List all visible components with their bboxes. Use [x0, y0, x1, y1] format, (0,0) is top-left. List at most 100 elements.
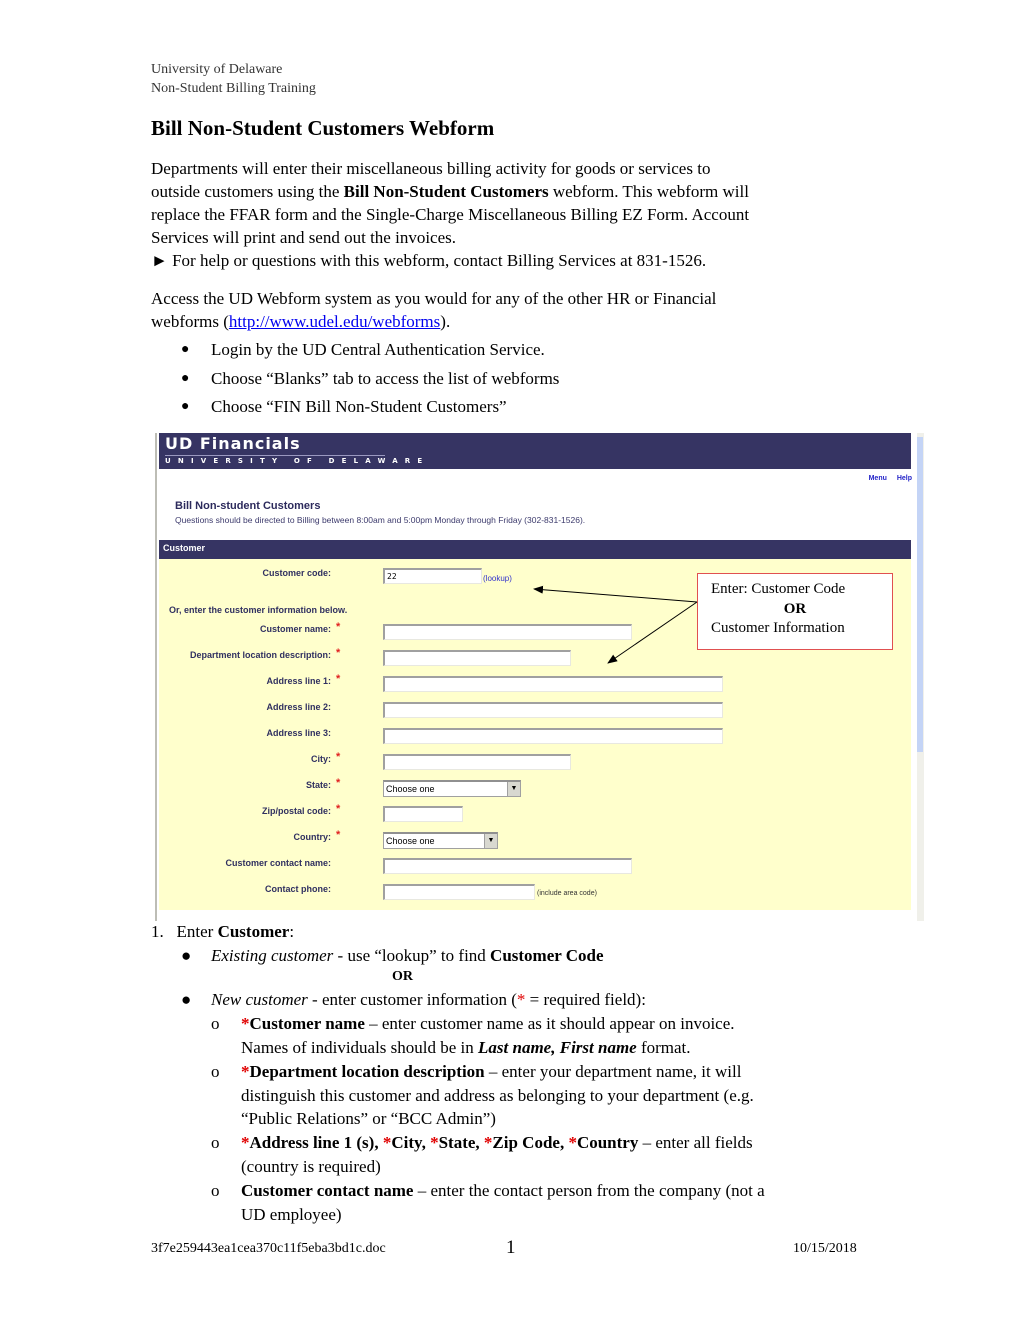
sub-item-dept-location: *Department location description – enter…: [241, 1062, 741, 1082]
item-bold: Department location description: [249, 1062, 485, 1081]
chevron-down-icon[interactable]: ▼: [484, 834, 497, 848]
circle-bullet-icon: o: [211, 1133, 220, 1152]
page-title: Bill Non-Student Customers Webform: [151, 116, 495, 140]
customer-code-label: Customer code:: [262, 568, 331, 578]
city-label: City:: [311, 754, 331, 764]
circle-bullet-icon: o: [211, 1181, 220, 1200]
footer-date: 10/15/2018: [793, 1241, 857, 1256]
webform-screenshot: UD Financials UNIVERSITY OF DELAWARE Men…: [155, 433, 924, 921]
top-links: Menu Help: [861, 475, 912, 482]
item-text: - use “lookup” to find: [333, 946, 491, 965]
sub-item-line: “Public Relations” or “BCC Admin”): [241, 1109, 496, 1128]
customer-name-label: Customer name:: [259, 624, 331, 634]
footer-page-number: 1: [506, 1237, 516, 1258]
intro-line: replace the FFAR form and the Single-Cha…: [151, 205, 750, 224]
item-text: – enter all fields: [638, 1133, 753, 1152]
customer-name-input[interactable]: [383, 624, 632, 640]
dept-location-input[interactable]: [383, 650, 571, 666]
item-bold: Country: [576, 1133, 639, 1152]
circle-bullet-icon: o: [211, 1062, 220, 1081]
sub-item-line: (country is required): [241, 1157, 381, 1176]
help-link[interactable]: Help: [897, 475, 912, 482]
required-icon: *: [336, 647, 341, 659]
customer-code-input[interactable]: 22: [383, 568, 482, 584]
contact-phone-label: Contact phone:: [265, 884, 331, 894]
existing-customer-item: Existing customer - use “lookup” to find…: [211, 946, 604, 966]
menu-link[interactable]: Menu: [869, 475, 887, 482]
bullet-icon: ●: [181, 990, 192, 1009]
doc-header-course: Non-Student Billing Training: [151, 81, 316, 96]
item-text: – enter customer name as it should appea…: [364, 1014, 735, 1033]
item-bold: Customer Code: [490, 946, 604, 965]
item-bold: State,: [438, 1133, 484, 1152]
callout-line: Enter: Customer Code: [711, 581, 846, 597]
item-text: - enter customer information (: [307, 990, 517, 1009]
help-note: ► For help or questions with this webfor…: [151, 251, 707, 270]
item-text: – enter the contact person from the comp…: [413, 1181, 765, 1200]
sub-item-line: distinguish this customer and address as…: [241, 1086, 754, 1105]
dept-location-label: Department location description:: [189, 650, 331, 660]
scrollbar-thumb[interactable]: [917, 437, 923, 752]
country-selected-value: Choose one: [386, 836, 435, 846]
step-1: 1. Enter Customer:: [151, 922, 294, 942]
required-icon: *: [336, 803, 341, 815]
contact-name-input[interactable]: [383, 858, 632, 874]
callout-or: OR: [783, 600, 807, 617]
list-item: ● Choose “FIN Bill Non-Student Customers”: [151, 393, 851, 422]
contact-phone-input[interactable]: [383, 884, 535, 900]
list-item: ● Choose “Blanks” tab to access the list …: [151, 365, 851, 394]
intro-text: outside customers using the: [151, 182, 344, 201]
form-title: Bill Non-student Customers: [175, 500, 321, 512]
sub-item-contact-name: Customer contact name – enter the contac…: [241, 1181, 765, 1201]
callout-line: Customer Information: [711, 620, 845, 636]
address-line2-input[interactable]: [383, 702, 723, 718]
phone-hint: (include area code): [537, 890, 597, 897]
step-number: 1.: [151, 922, 164, 941]
callout-box: Enter: Customer Code OR Customer Informa…: [697, 573, 893, 650]
footer-filename: 3f7e259443ea1cea370c11f5eba3bd1c.doc: [151, 1241, 386, 1256]
address-line1-input[interactable]: [383, 676, 723, 692]
required-icon: *: [336, 673, 341, 685]
brand-divider: [165, 455, 385, 456]
intro-bold-form-name: Bill Non-Student Customers: [343, 182, 549, 201]
state-select[interactable]: Choose one ▼: [383, 780, 521, 797]
step-text: :: [289, 922, 295, 941]
intro-line: outside customers using the Bill Non-Stu…: [151, 180, 881, 203]
state-label: State:: [305, 780, 331, 790]
address-line3-input[interactable]: [383, 728, 723, 744]
address-line3-label: Address line 3:: [266, 728, 331, 738]
intro-line: Departments will enter their miscellaneo…: [151, 159, 711, 178]
circle-bullet-icon: o: [211, 1014, 220, 1033]
item-text: – enter your department name, it will: [484, 1062, 742, 1081]
bullet-icon: ●: [181, 342, 190, 357]
lookup-link[interactable]: (lookup): [483, 574, 512, 583]
step-text: Enter: [176, 922, 218, 941]
access-text: ).: [440, 312, 451, 331]
required-icon: *: [336, 621, 341, 633]
zip-input[interactable]: [383, 806, 463, 822]
access-steps-list: ● Login by the UD Central Authentication …: [151, 336, 851, 422]
required-icon: *: [336, 777, 341, 789]
required-icon: *: [241, 1014, 250, 1033]
sub-item-customer-name: *Customer name – enter customer name as …: [241, 1014, 735, 1034]
scrollbar[interactable]: [917, 433, 924, 921]
zip-label: Zip/postal code:: [261, 806, 331, 816]
step-bold: Customer: [217, 922, 290, 941]
sub-item-line: Names of individuals should be in Last n…: [241, 1038, 691, 1058]
access-paragraph: Access the UD Webform system as you woul…: [151, 287, 881, 333]
section-title: Customer: [163, 543, 206, 553]
list-item: ● Login by the UD Central Authentication …: [151, 336, 851, 365]
item-text: Names of individuals should be in: [241, 1038, 479, 1057]
state-selected-value: Choose one: [386, 784, 435, 794]
required-icon: *: [568, 1133, 577, 1152]
country-select[interactable]: Choose one ▼: [383, 832, 498, 849]
webforms-link[interactable]: http://www.udel.edu/webforms: [229, 312, 440, 331]
required-icon: *: [241, 1062, 250, 1081]
chevron-down-icon[interactable]: ▼: [507, 782, 520, 796]
intro-line: Services will print and send out the inv…: [151, 228, 456, 247]
intro-paragraph: Departments will enter their miscellaneo…: [151, 157, 881, 272]
city-input[interactable]: [383, 754, 571, 770]
sub-item-address: *Address line 1 (s), *City, *State, *Zip…: [241, 1133, 753, 1153]
item-text: = required field):: [525, 990, 646, 1009]
sub-item-line: UD employee): [241, 1205, 342, 1224]
